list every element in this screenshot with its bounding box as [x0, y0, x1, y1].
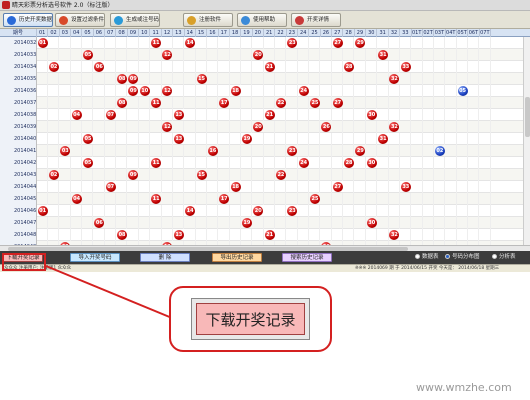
callout-box: 下载开奖记录 — [169, 286, 332, 352]
callout-line — [45, 265, 173, 319]
callout-button-frame: 下载开奖记录 — [191, 298, 310, 340]
callout-download-button: 下载开奖记录 — [196, 303, 305, 335]
site-watermark: www.wmzhe.com — [416, 381, 512, 394]
